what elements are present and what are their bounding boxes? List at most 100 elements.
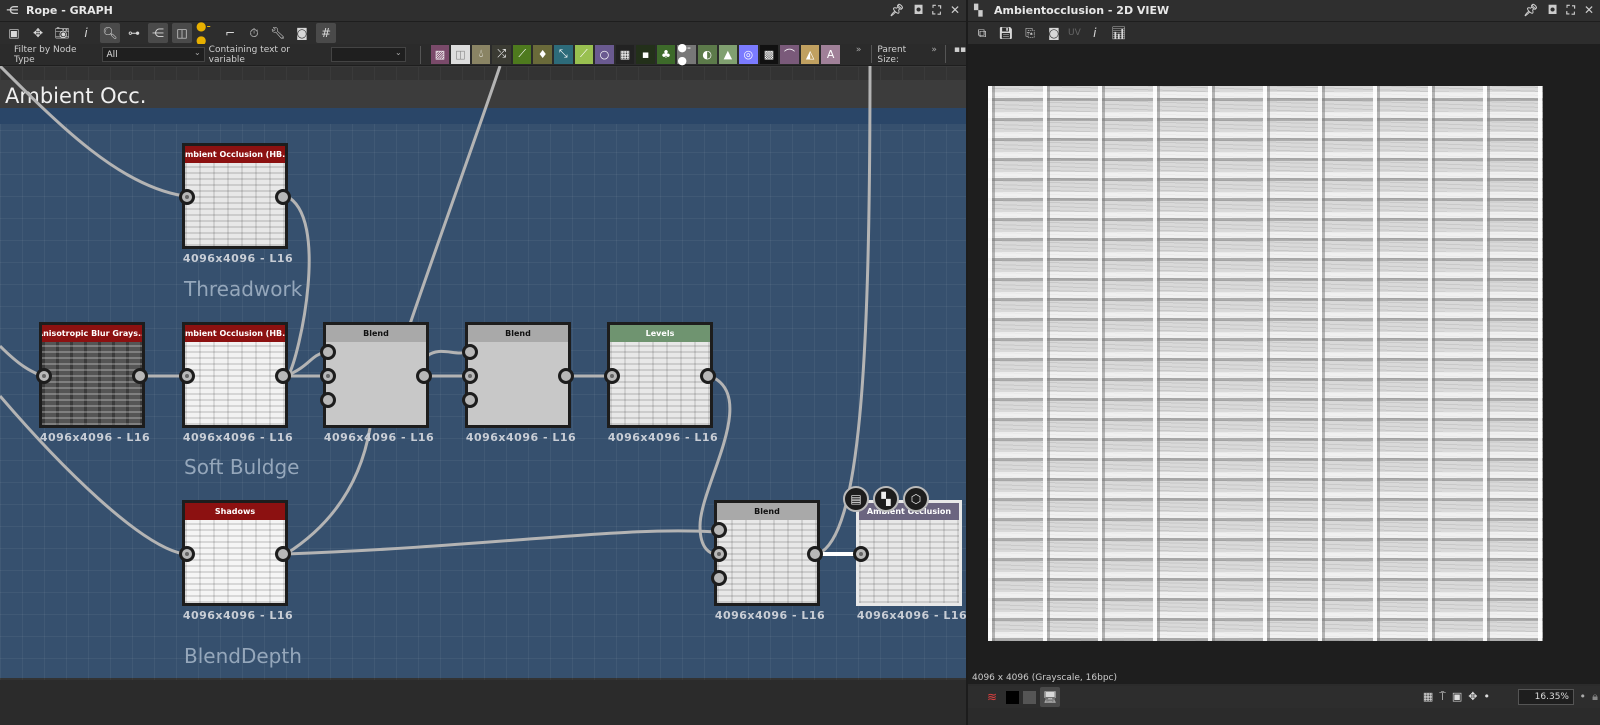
maximize-icon[interactable]: ⛶ — [933, 3, 941, 18]
node-anisotropic-blur[interactable]: Anisotropic Blur Grays... 4096x4096 - L1… — [36, 322, 150, 444]
frames-icon[interactable]: ◫ — [172, 23, 192, 43]
maximize-icon[interactable]: ⛶ — [1567, 3, 1575, 18]
node-blend-2[interactable]: Blend 4096x4096 - L16 — [462, 322, 576, 444]
input-port-foreground[interactable] — [462, 344, 478, 360]
color-wheel-icon[interactable]: ◎ — [739, 44, 758, 64]
output-port[interactable] — [275, 546, 291, 562]
image-viewport[interactable] — [968, 44, 1600, 684]
node-shadows[interactable]: Shadows 4096x4096 - L16 — [179, 500, 293, 622]
uniform-color-icon[interactable]: ◫ — [451, 44, 470, 64]
center-icon[interactable]: ✥ — [1468, 690, 1477, 704]
input-port-foreground[interactable] — [711, 522, 727, 538]
node-blend-3[interactable]: Blend 4096x4096 - L16 — [711, 500, 825, 622]
close-icon[interactable]: ✕ — [1584, 3, 1594, 18]
contrast-icon[interactable]: ◐ — [697, 44, 717, 64]
input-port-mask[interactable] — [711, 570, 727, 586]
input-port[interactable] — [179, 189, 195, 205]
preview-icon[interactable]: ◙ — [292, 23, 312, 43]
output-port[interactable] — [275, 189, 291, 205]
output-port[interactable] — [558, 368, 574, 384]
info-icon[interactable]: i — [1085, 23, 1105, 43]
document-icon[interactable]: ▤ — [843, 486, 869, 512]
camera-icon[interactable]: 📷︎ — [52, 23, 72, 43]
curve-icon[interactable]: ⟋ — [512, 44, 532, 64]
output-port[interactable] — [807, 546, 823, 562]
frame-all-icon[interactable]: ▣ — [4, 23, 24, 43]
input-port[interactable] — [604, 368, 620, 384]
mirror-icon[interactable]: ◭ — [800, 44, 820, 64]
transform-icon[interactable]: ⤡ — [554, 44, 573, 64]
input-port-foreground[interactable] — [320, 344, 336, 360]
search-icon[interactable]: 🔍︎ — [100, 23, 120, 43]
link-style-icon[interactable]: ●-● — [196, 19, 216, 47]
text-icon[interactable]: A — [821, 44, 840, 64]
containing-input[interactable]: ⌄ — [330, 47, 406, 62]
material-icon[interactable]: ♣ — [656, 44, 676, 64]
parent-size-more-button[interactable]: » — [931, 45, 937, 65]
bitmap-icon[interactable]: ▨ — [430, 44, 450, 64]
output-port[interactable] — [416, 368, 432, 384]
view-3d-cube-icon[interactable]: ⬡ — [903, 486, 929, 512]
node-ambient-occlusion-soft[interactable]: Ambient Occlusion (HB... 4096x4096 - L16 — [179, 322, 293, 444]
input-port[interactable] — [179, 368, 195, 384]
more-libraries-button[interactable]: » — [856, 45, 862, 65]
wrench-icon[interactable]: 🔧︎ — [268, 23, 288, 43]
blend-link-icon[interactable]: ●-● — [677, 41, 696, 67]
output-port[interactable] — [132, 368, 148, 384]
uv-dropdown[interactable]: UV — [1068, 28, 1081, 38]
checker-bg-swatch[interactable] — [1023, 690, 1036, 704]
warp-icon[interactable]: ⌒ — [780, 44, 799, 64]
grid-snap-icon[interactable]: # — [316, 23, 336, 43]
link-icon[interactable]: ▪▪ — [954, 45, 966, 65]
histogram-icon[interactable]: 📊︎ — [1109, 23, 1129, 43]
water-drop-icon[interactable]: 💧︎ — [471, 44, 491, 64]
close-icon[interactable]: ✕ — [950, 3, 960, 18]
zoom-level-field[interactable]: 16.35% — [1518, 689, 1574, 705]
info-icon[interactable]: i — [76, 23, 96, 43]
copy-icon[interactable]: ⎘ — [1020, 23, 1040, 43]
black-bg-swatch[interactable] — [1006, 690, 1019, 704]
save-icon[interactable]: 💾︎ — [996, 23, 1016, 43]
output-port[interactable] — [700, 368, 716, 384]
layout-icon[interactable]: ⋲ — [148, 23, 168, 43]
pin-icon[interactable]: 📌︎ — [889, 3, 904, 18]
circle-icon[interactable]: ○ — [595, 44, 614, 64]
noise-icon[interactable]: ▩ — [759, 44, 779, 64]
align-icon[interactable]: ⊶ — [124, 23, 144, 43]
node-ambient-occlusion-threadwork[interactable]: Ambient Occlusion (HB... 4096x4096 - L16 — [179, 143, 293, 265]
gradient-map-icon[interactable]: ⟋ — [574, 44, 594, 64]
timer-icon[interactable]: ⏱ — [244, 23, 264, 43]
input-port-background[interactable] — [320, 368, 336, 384]
float-icon[interactable]: ◘ — [913, 3, 923, 18]
input-port-background[interactable] — [711, 546, 727, 562]
histogram-icon[interactable]: ▲ — [718, 44, 738, 64]
input-port-mask[interactable] — [462, 392, 478, 408]
input-port[interactable] — [179, 546, 195, 562]
float-icon[interactable]: ◘ — [1547, 3, 1557, 18]
lock-icon[interactable]: 🔒︎ — [1592, 690, 1598, 704]
input-port[interactable] — [853, 546, 869, 562]
channels-icon[interactable]: ≋ — [982, 687, 1002, 707]
node-output-ambient-occlusion[interactable]: Ambient Occlusion 4096x4096 - L16 — [853, 500, 966, 622]
output-port[interactable] — [275, 368, 291, 384]
zoom-out-icon[interactable]: • — [1484, 690, 1491, 704]
copy-view-icon[interactable]: ⧉ — [972, 23, 992, 43]
pin-icon[interactable]: 📌︎ — [1523, 3, 1538, 18]
input-port[interactable] — [36, 368, 52, 384]
graph-canvas[interactable]: Ambient Occ. Threadwork Soft Buldge Blen… — [0, 66, 966, 680]
node-levels[interactable]: Levels 4096x4096 - L16 — [604, 322, 718, 444]
input-port-mask[interactable] — [320, 392, 336, 408]
pbr-icon[interactable]: ▪ — [636, 44, 655, 64]
view-2d-icon[interactable]: ▚ — [873, 486, 899, 512]
grid-icon[interactable]: ▦ — [1423, 690, 1433, 704]
display-color-icon[interactable]: 🖥︎ — [1040, 687, 1060, 707]
node-type-select[interactable]: All ⌄ — [102, 47, 205, 62]
fit-icon[interactable]: ▣ — [1452, 690, 1462, 704]
blur-drop-icon[interactable]: ♦ — [533, 44, 553, 64]
node-blend-1[interactable]: Blend 4096x4096 - L16 — [320, 322, 434, 444]
fit-1to1-icon[interactable]: ✥ — [28, 23, 48, 43]
tiling-icon[interactable]: ⍑ — [1439, 690, 1446, 704]
input-port-background[interactable] — [462, 368, 478, 384]
display-options-icon[interactable]: ◙ — [1044, 23, 1064, 43]
shuffle-icon[interactable]: ⤮ — [492, 44, 511, 64]
